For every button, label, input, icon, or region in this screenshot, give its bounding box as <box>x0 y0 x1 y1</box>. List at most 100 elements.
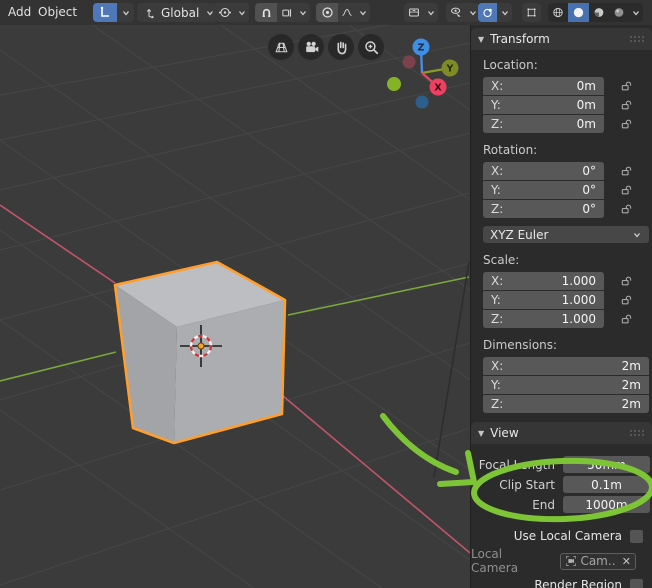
camera-icon <box>305 41 318 52</box>
toggle-perspective-button[interactable] <box>268 34 294 60</box>
chevron-down-icon <box>207 10 214 16</box>
gizmo-x-label: X <box>434 83 442 94</box>
chevron-down-icon <box>501 10 508 16</box>
scale-z-field[interactable]: Z: 1.000 <box>483 310 604 328</box>
snap-mode-button[interactable] <box>277 3 296 22</box>
falloff-button[interactable] <box>338 3 356 22</box>
chevron-down-icon <box>428 10 434 16</box>
lock-scale-y-button[interactable] <box>620 294 633 307</box>
eye-cursor-icon <box>451 7 461 17</box>
editor-mode-dropdown[interactable] <box>117 3 134 22</box>
chevron-down-icon <box>360 10 366 16</box>
lock-rotation-z-button[interactable] <box>620 203 633 216</box>
editor-mode-button[interactable] <box>93 3 117 22</box>
lock-rotation-x-button[interactable] <box>620 165 633 178</box>
snap-toggle-button[interactable] <box>255 3 277 22</box>
falloff-curve-icon <box>342 9 352 16</box>
object-type-visibility-dropdown[interactable] <box>404 3 438 22</box>
viewport-scene: Z Y X <box>0 25 470 588</box>
dimensions-z-field[interactable]: Z: 2m <box>483 395 649 413</box>
drawer-box-icon <box>409 8 419 17</box>
transform-orientation-dropdown[interactable]: Global <box>137 3 218 22</box>
render-region-label: Render Region <box>534 578 622 588</box>
location-z-field[interactable]: Z: 0m <box>483 115 604 133</box>
falloff-dropdown[interactable] <box>356 3 370 22</box>
unlock-icon <box>621 166 632 175</box>
snap-increment-icon <box>282 8 292 17</box>
use-local-camera-checkbox[interactable] <box>630 529 643 543</box>
drag-handle-icon[interactable] <box>629 34 645 44</box>
pan-view-button[interactable] <box>328 34 354 60</box>
orientation-global-icon <box>146 8 154 18</box>
transform-panel-title: Transform <box>490 32 550 46</box>
chevron-down-icon <box>470 10 476 16</box>
collapse-triangle-icon[interactable]: ▼ <box>478 35 484 44</box>
proportional-edit-toggle[interactable] <box>316 3 338 22</box>
menu-object[interactable]: Object <box>31 3 84 22</box>
rotation-z-field[interactable]: Z: 0° <box>483 200 604 218</box>
camera-view-button[interactable] <box>298 34 324 60</box>
shading-mode-group <box>548 3 643 22</box>
pivot-point-dropdown[interactable] <box>215 3 249 22</box>
unlock-icon <box>621 100 632 109</box>
lock-rotation-y-button[interactable] <box>620 184 633 197</box>
shading-material-button[interactable] <box>589 3 609 22</box>
overlays-icon <box>527 8 536 17</box>
lock-location-x-button[interactable] <box>620 80 633 93</box>
wireframe-sphere-icon <box>553 7 563 18</box>
focal-length-field[interactable]: 50mm <box>563 456 650 473</box>
shading-wireframe-button[interactable] <box>548 3 568 22</box>
navigation-gizmo[interactable]: Z Y X <box>387 38 459 109</box>
view-panel-header[interactable]: ▼ View <box>471 422 652 444</box>
location-label: Location: <box>483 58 538 72</box>
gizmo-orbit-icon <box>483 8 492 17</box>
render-region-checkbox[interactable] <box>630 578 643 588</box>
rotation-mode-dropdown[interactable]: XYZ Euler <box>483 226 649 243</box>
zoom-view-button[interactable] <box>358 34 384 60</box>
show-gizmos-toggle[interactable] <box>478 3 497 22</box>
snap-dropdown[interactable] <box>296 3 310 22</box>
lock-location-z-button[interactable] <box>620 118 633 131</box>
chevron-down-icon <box>634 232 640 238</box>
rotation-label: Rotation: <box>483 143 538 157</box>
scale-y-field[interactable]: Y: 1.000 <box>483 291 604 309</box>
blender-window: Add Object Global Z Y X ▼ Transform Loca… <box>0 0 652 588</box>
rotation-x-field[interactable]: X: 0° <box>483 162 604 180</box>
visibility-dropdown[interactable] <box>446 3 480 22</box>
grid-plane-icon <box>274 42 288 52</box>
lock-location-y-button[interactable] <box>620 99 633 112</box>
dimensions-x-field[interactable]: X: 2m <box>483 357 649 375</box>
proportional-editing-icon <box>321 7 333 18</box>
clip-end-field[interactable]: 1000m <box>563 496 650 513</box>
cube-object[interactable] <box>113 260 287 445</box>
shading-dropdown[interactable] <box>629 3 643 22</box>
gizmos-dropdown[interactable] <box>497 3 512 22</box>
unlock-icon <box>621 276 632 285</box>
gizmo-z-label: Z <box>418 43 425 54</box>
gizmo-neg-x-ball[interactable] <box>402 55 416 69</box>
shading-rendered-button[interactable] <box>609 3 629 22</box>
location-y-field[interactable]: Y: 0m <box>483 96 604 114</box>
local-camera-field[interactable]: Cam.. ✕ <box>560 552 636 570</box>
dimensions-y-field[interactable]: Y: 2m <box>483 376 649 394</box>
material-sphere-icon <box>594 8 604 17</box>
editor-mode-group <box>93 3 134 22</box>
collapse-triangle-icon[interactable]: ▼ <box>478 429 484 438</box>
lock-scale-x-button[interactable] <box>620 275 633 288</box>
drag-handle-icon[interactable] <box>629 428 645 438</box>
clear-camera-icon[interactable]: ✕ <box>622 555 631 568</box>
sidebar-panel: ▼ Transform Location: X: 0m Y: 0m Z: 0m … <box>470 25 652 588</box>
gizmo-neg-z-ball[interactable] <box>415 95 429 109</box>
scale-x-field[interactable]: X: 1.000 <box>483 272 604 290</box>
3d-viewport[interactable]: Z Y X <box>0 25 470 588</box>
solid-sphere-icon <box>573 7 584 18</box>
show-overlays-toggle[interactable] <box>522 3 541 22</box>
clip-start-field[interactable]: 0.1m <box>563 476 650 493</box>
lock-scale-z-button[interactable] <box>620 313 633 326</box>
transform-panel-header[interactable]: ▼ Transform <box>471 28 652 50</box>
rotation-y-field[interactable]: Y: 0° <box>483 181 604 199</box>
axis-corner-icon <box>100 6 109 17</box>
location-x-field[interactable]: X: 0m <box>483 77 604 95</box>
gizmo-neg-y-ball[interactable] <box>387 77 401 91</box>
shading-solid-button[interactable] <box>568 3 589 22</box>
